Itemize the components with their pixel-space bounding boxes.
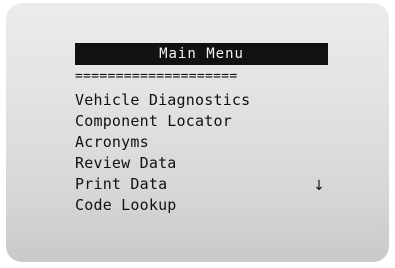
menu-item-review-data[interactable]: Review Data xyxy=(75,153,325,174)
menu-title: Main Menu xyxy=(75,43,328,65)
menu-item-acronyms[interactable]: Acronyms xyxy=(75,132,325,153)
main-menu-list: Vehicle Diagnostics Component Locator Ac… xyxy=(75,90,325,216)
menu-item-vehicle-diagnostics[interactable]: Vehicle Diagnostics xyxy=(75,90,325,111)
device-frame: Main Menu ==================== Vehicle D… xyxy=(0,0,395,268)
scroll-down-arrow-icon[interactable]: ↓ xyxy=(313,177,325,195)
menu-item-code-lookup[interactable]: Code Lookup xyxy=(75,195,325,216)
menu-item-component-locator[interactable]: Component Locator xyxy=(75,111,325,132)
menu-separator: ==================== xyxy=(75,69,238,84)
menu-item-print-data[interactable]: Print Data xyxy=(75,174,325,195)
